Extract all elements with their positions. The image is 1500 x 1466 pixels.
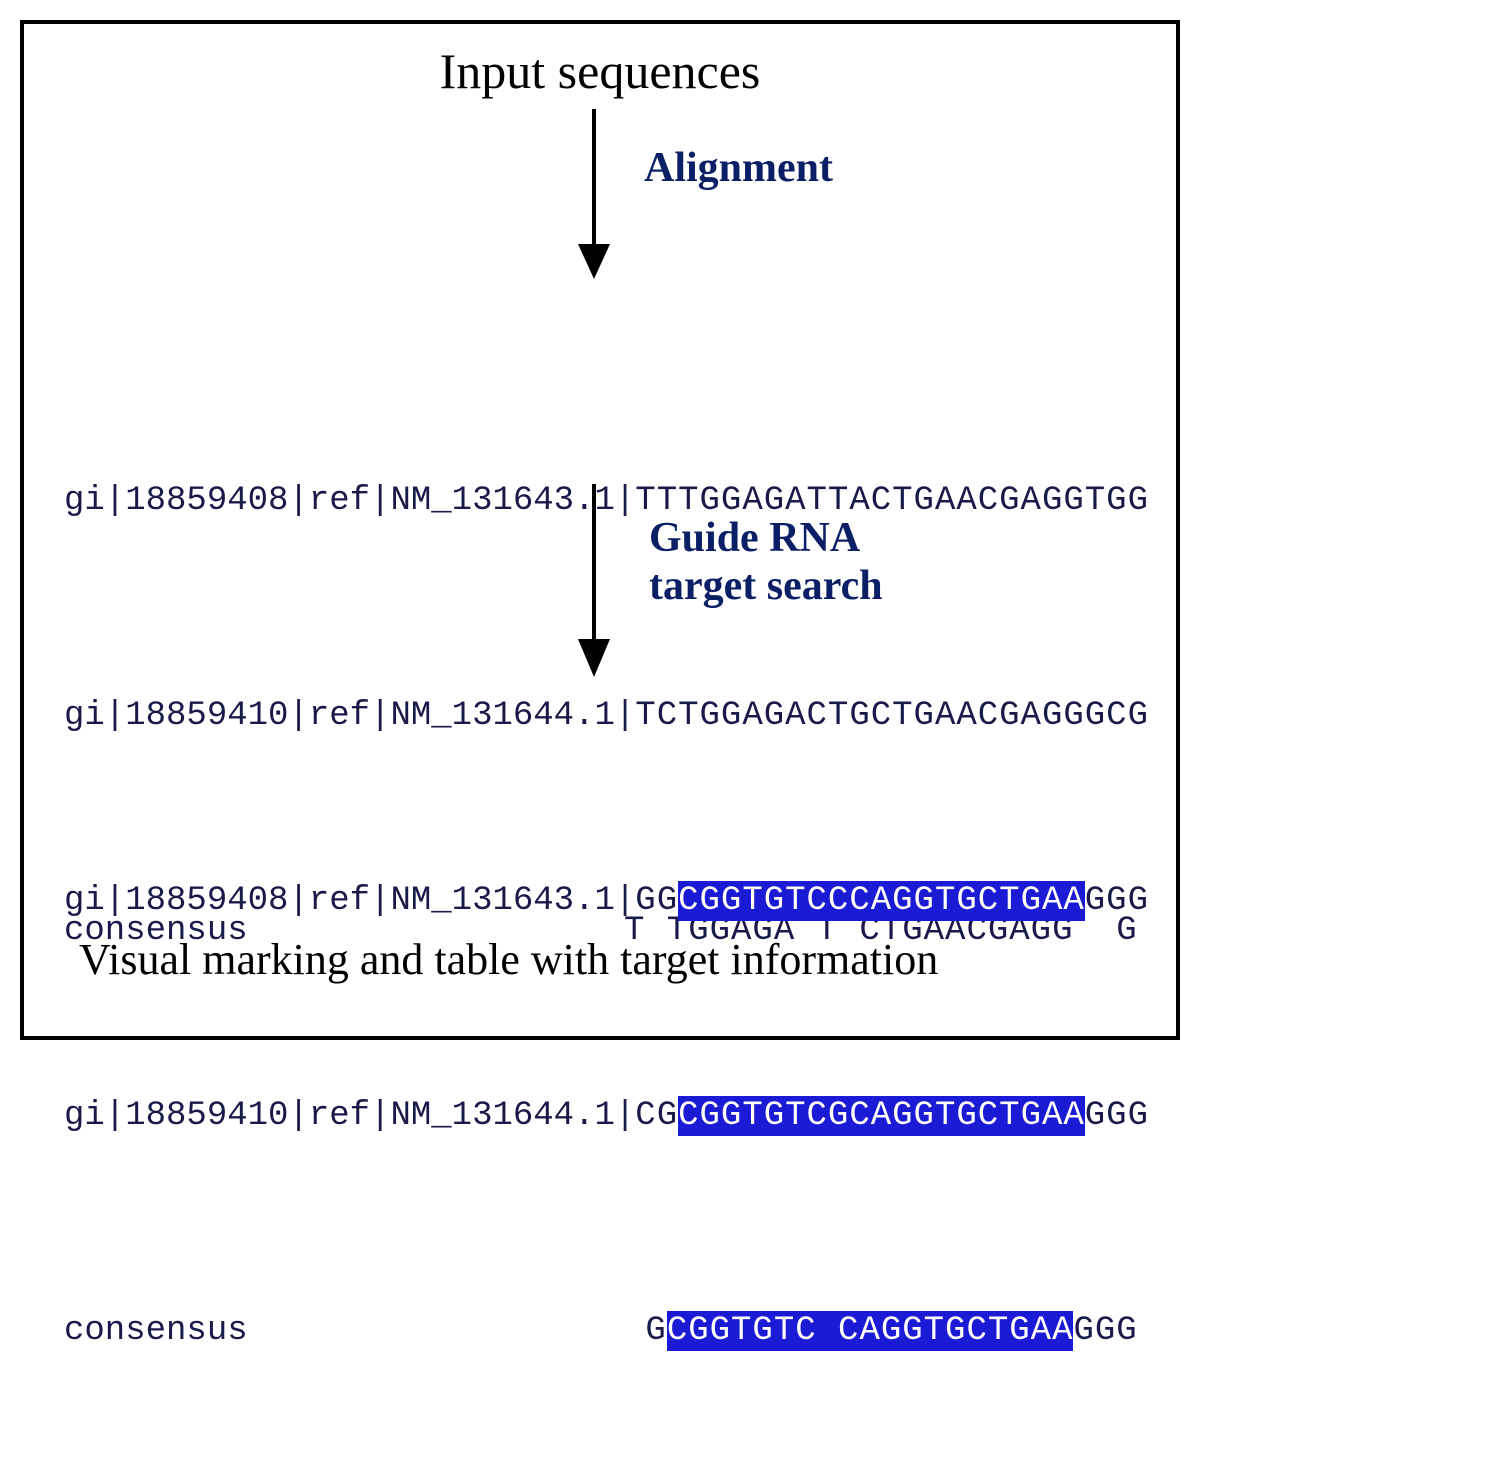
arrow-target-search [564,479,624,684]
target-row: gi|18859408|ref|NM_131643.1| GGCGGTGTCCC… [64,875,1149,929]
output-caption: Visual marking and table with target inf… [79,934,938,985]
seq-highlight: CGGTGTCCCAGGTGCTGAA [678,881,1085,921]
seq-highlight: CGGTGTCGCAGGTGCTGAA [678,1096,1085,1136]
target-block: gi|18859408|ref|NM_131643.1| GGCGGTGTCCC… [64,714,1149,1466]
seq-prefix: GG [635,882,678,920]
diagram-frame: Input sequences Alignment gi|18859408|re… [20,20,1180,1040]
seq-bases: GGCGGTGTCCCAGGTGCTGAAGGG [635,875,1149,929]
guide-rna-step-label-line1: Guide RNA [649,514,883,562]
target-row: gi|18859410|ref|NM_131644.1| CGCGGTGTCGC… [64,1090,1149,1144]
seq-bases: GCGGTGTC CAGGTGCTGAAGGG [624,1305,1138,1359]
seq-prefix: CG [635,1097,678,1135]
arrow-alignment [564,104,624,284]
seq-suffix: GGG [1085,1097,1149,1135]
alignment-step-label: Alignment [644,144,833,192]
seq-highlight: CGGTGTC CAGGTGCTGAA [667,1311,1074,1351]
seq-label: gi|18859408|ref|NM_131643.1| [64,875,635,929]
seq-suffix: GGG [1085,882,1149,920]
seq-bases: CGCGGTGTCGCAGGTGCTGAAGGG [635,1090,1149,1144]
seq-label: gi|18859410|ref|NM_131644.1| [64,1090,635,1144]
guide-rna-step-label: Guide RNA target search [649,514,883,611]
guide-rna-step-label-line2: target search [649,562,883,610]
target-row-consensus: consensus GCGGTGTC CAGGTGCTGAAGGG [64,1305,1149,1359]
seq-suffix: GGG [1073,1312,1137,1350]
seq-label: gi|18859408|ref|NM_131643.1| [64,475,635,529]
input-sequences-title: Input sequences [24,42,1176,100]
seq-label: consensus [64,1305,624,1359]
seq-prefix: G [624,1312,667,1350]
